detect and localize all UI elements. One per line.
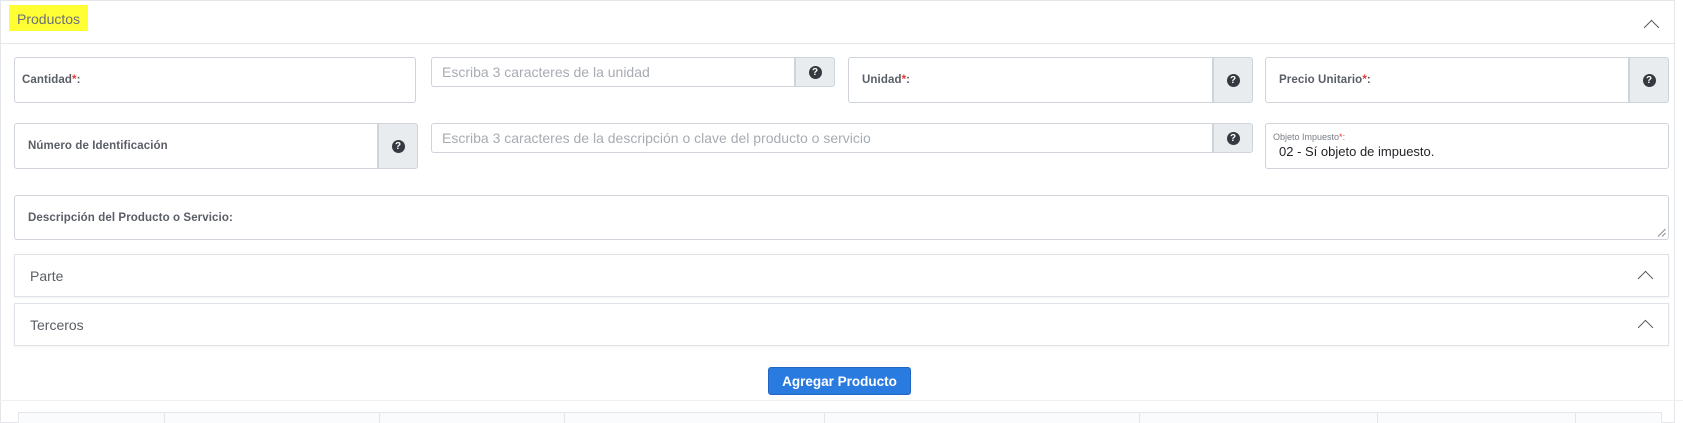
objeto-impuesto-value: 02 - Sí objeto de impuesto. [1279,144,1435,159]
objeto-impuesto-select[interactable]: Objeto Impuesto*: 02 - Sí objeto de impu… [1265,123,1669,169]
descripcion-textarea[interactable]: Descripción del Producto o Servicio: [14,195,1669,240]
precio-unitario-label: Precio Unitario [1279,74,1363,86]
question-circle-icon: ? [808,65,822,79]
productos-header[interactable]: Productos [1,1,1674,44]
question-circle-icon: ? [1226,131,1240,145]
table-column-divider [564,413,565,423]
chevron-up-icon[interactable] [1643,19,1660,36]
objeto-impuesto-label: Objeto Impuesto [1273,132,1340,142]
unidad-search-placeholder: Escriba 3 caracteres de la unidad [442,64,650,80]
resize-handle-icon[interactable] [1657,228,1666,237]
unidad-help-button[interactable]: ? [1213,57,1253,103]
parte-title: Parte [30,267,64,284]
table-column-divider [1139,413,1140,423]
unidad-search-help-button[interactable]: ? [795,57,835,87]
numero-identificacion-label: Número de Identificación [28,140,168,152]
table-column-divider [164,413,165,423]
chevron-up-icon[interactable] [1637,270,1654,287]
terceros-title: Terceros [30,316,84,333]
unidad-field[interactable]: Unidad *: ? [848,57,1253,103]
precio-unitario-field[interactable]: Precio Unitario *: ? [1265,57,1669,103]
unidad-search-input[interactable]: Escriba 3 caracteres de la unidad ? [431,57,835,87]
chevron-up-icon[interactable] [1637,319,1654,336]
cantidad-field[interactable]: Cantidad *: [14,57,416,103]
table-column-divider [824,413,825,423]
terceros-subsection-header[interactable]: Terceros [14,303,1669,346]
divider [0,400,1683,401]
question-circle-icon: ? [391,139,405,153]
agregar-producto-button[interactable]: Agregar Producto [768,367,911,395]
cantidad-label: Cantidad [22,74,72,86]
descripcion-search-help-button[interactable]: ? [1213,123,1253,153]
table-column-divider [379,413,380,423]
table-column-divider [1377,413,1378,423]
numero-identificacion-field[interactable]: Número de Identificación ? [14,123,418,169]
descripcion-search-input[interactable]: Escriba 3 caracteres de la descripción o… [431,123,1253,153]
descripcion-label: Descripción del Producto o Servicio: [28,211,233,224]
numero-identificacion-help-button[interactable]: ? [378,123,418,169]
parte-subsection-header[interactable]: Parte [14,254,1669,297]
precio-unitario-help-button[interactable]: ? [1629,57,1669,103]
question-circle-icon: ? [1642,73,1656,87]
products-table-header [18,412,1662,423]
question-circle-icon: ? [1226,73,1240,87]
section-title: Productos [9,5,89,31]
table-column-divider [1575,413,1576,423]
descripcion-search-placeholder: Escriba 3 caracteres de la descripción o… [442,130,871,146]
productos-panel: Productos Cantidad *: Escriba 3 caractere… [0,0,1675,423]
unidad-label: Unidad [862,74,902,86]
